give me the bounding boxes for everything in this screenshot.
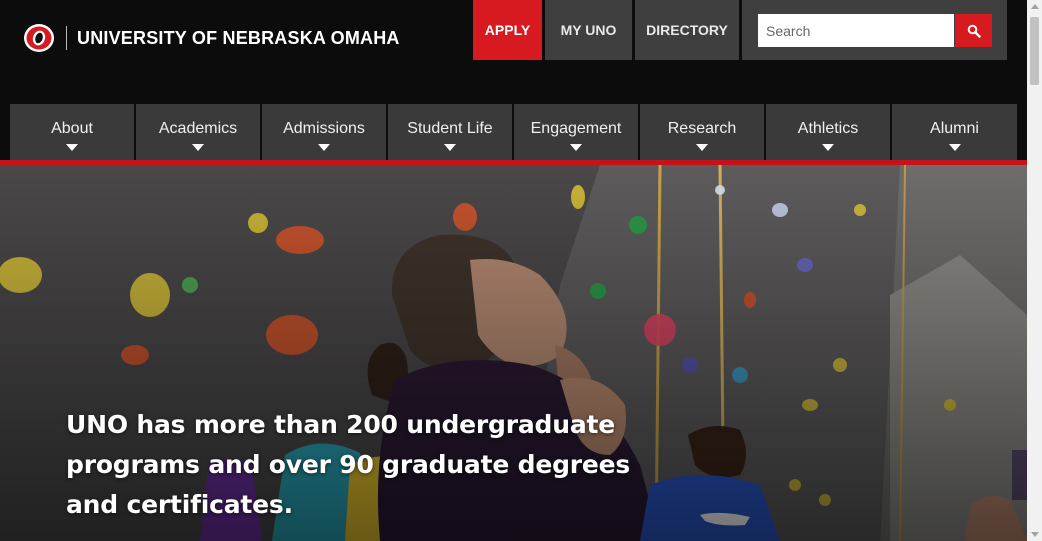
uno-o-logo-icon — [24, 24, 54, 52]
directory-link[interactable]: DIRECTORY — [635, 0, 739, 60]
nav-item-label: Admissions — [283, 120, 365, 137]
nav-item-student-life[interactable]: Student Life — [388, 104, 512, 160]
search-input[interactable] — [758, 14, 954, 47]
search-container — [742, 0, 1007, 60]
nav-item-label: Engagement — [530, 120, 622, 137]
site-logo-link[interactable]: UNIVERSITY OF NEBRASKA OMAHA — [22, 22, 400, 54]
my-uno-link[interactable]: MY UNO — [545, 0, 632, 60]
nav-item-academics[interactable]: Academics — [136, 104, 260, 160]
nav-item-about[interactable]: About — [10, 104, 134, 160]
caret-down-icon — [822, 144, 834, 151]
search-icon — [967, 24, 981, 38]
nav-item-label: Alumni — [930, 120, 979, 137]
logo-divider — [66, 26, 67, 50]
nav-item-label: Athletics — [797, 120, 859, 137]
caret-down-icon — [696, 144, 708, 151]
caret-down-icon — [318, 144, 330, 151]
caret-down-icon — [66, 144, 78, 151]
nav-item-athletics[interactable]: Athletics — [766, 104, 890, 160]
apply-link[interactable]: APPLY — [473, 0, 542, 60]
caret-down-icon — [570, 144, 582, 151]
utility-links: APPLY MY UNO DIRECTORY — [473, 0, 742, 60]
nav-item-label: Research — [667, 120, 737, 137]
nav-item-label: About — [51, 120, 93, 137]
caret-down-icon — [948, 144, 961, 151]
site-header: UNIVERSITY OF NEBRASKA OMAHA APPLY MY UN… — [0, 0, 1027, 104]
site-title[interactable]: UNIVERSITY OF NEBRASKA OMAHA — [77, 28, 400, 49]
caret-down-icon — [444, 144, 456, 151]
main-nav: About Academics Admissions Student Life … — [10, 104, 1027, 160]
nav-item-label: Student Life — [407, 120, 493, 137]
nav-item-engagement[interactable]: Engagement — [514, 104, 638, 160]
nav-item-admissions[interactable]: Admissions — [262, 104, 386, 160]
scroll-up-arrow-icon[interactable] — [1031, 4, 1039, 9]
hero-caption: UNO has more than 200 undergraduate prog… — [66, 410, 631, 519]
page-scrollbar[interactable] — [1027, 0, 1042, 541]
nav-item-alumni[interactable]: Alumni — [892, 104, 1017, 160]
nav-item-research[interactable]: Research — [640, 104, 764, 160]
nav-item-label: Academics — [158, 120, 238, 137]
search-button[interactable] — [955, 14, 992, 47]
hero-banner: UNO has more than 200 undergraduate prog… — [0, 165, 1027, 541]
scroll-thumb[interactable] — [1030, 17, 1039, 85]
caret-down-icon — [192, 144, 204, 151]
scroll-down-arrow-icon[interactable] — [1031, 532, 1039, 537]
